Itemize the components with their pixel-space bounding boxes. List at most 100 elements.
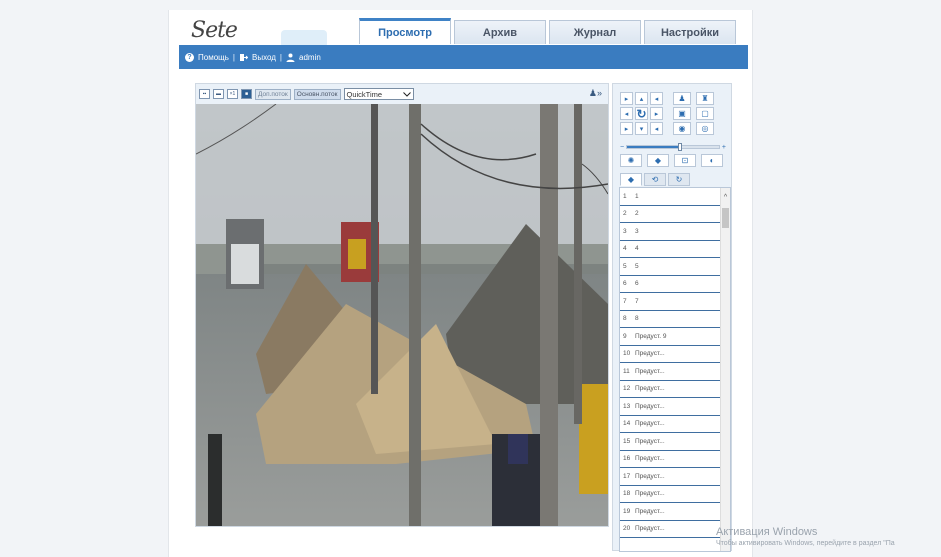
3d-zoom-icon[interactable]: ⊡ [674,154,696,167]
preset-number: 9 [623,332,627,340]
preset-list: 1 1 2 2 3 3 4 4 5 5 6 6 7 7 8 8 9 Предуст. 9 10 Предуст... 1… [619,187,731,552]
tab-archive[interactable]: Архив [454,20,546,44]
brand-logo: Sete [189,18,327,48]
preset-number: 2 [623,210,627,218]
separator: | [279,52,282,62]
preset-row[interactable]: 88 [620,311,720,328]
speed-fill [627,146,681,148]
preset-name: Предуст... [635,507,665,515]
preset-row[interactable]: 18 Предуст... [620,486,720,503]
preset-row[interactable]: 20 Предуст... [620,521,720,538]
preset-row[interactable]: 19 Предуст... [620,503,720,521]
focus-far-icon[interactable]: ▢ [696,107,714,120]
pan-up-right-button[interactable]: ◂ [650,92,663,105]
preset-row[interactable]: 17 Предуст... [620,468,720,486]
preset-row[interactable]: 66 [620,276,720,293]
preset-name: Предуст... [635,385,665,393]
aspect-1-1-button[interactable]: ×1 [227,89,238,99]
speed-track[interactable] [626,143,720,151]
preset-number: 4 [623,245,627,253]
pan-up-left-button[interactable]: ▸ [620,92,633,105]
tab-patterns[interactable]: ↻ [668,173,690,186]
chevron-down-icon [402,91,411,97]
preset-name: 1 [635,192,639,200]
ptz-direction-pad: ▸ ▴ ◂ ◂ ↻ ▸ ▸ ▾ ◂ [620,92,663,135]
tab-log[interactable]: Журнал [549,20,641,44]
preset-row[interactable]: 11 Предуст... [620,363,720,381]
preset-row[interactable]: 15 Предуст... [620,433,720,451]
tab-presets[interactable]: ◆ [620,173,642,186]
preset-row[interactable]: 33 [620,223,720,241]
aux-controls: ✺ ◆ ⊡ ◐ [620,154,723,167]
user-bar: ? Помощь | Выход | admin [179,45,748,69]
aspect-4-3-button[interactable]: ▪▪ [199,89,210,99]
main-stream-button[interactable]: Основн.поток [293,88,341,100]
preset-number: 5 [623,262,627,270]
preset-row[interactable]: 10 Предуст... [620,346,720,363]
help-link[interactable]: Помощь [198,53,229,62]
preset-number: 7 [623,297,627,305]
aspect-fit-button[interactable]: ■ [241,89,252,99]
menu-icon[interactable]: ◐ [701,154,723,167]
pan-left-button[interactable]: ◂ [620,107,633,120]
preset-row[interactable]: 55 [620,258,720,276]
logout-link[interactable]: Выход [252,53,276,62]
pan-down-right-button[interactable]: ◂ [650,122,663,135]
pan-down-button[interactable]: ▾ [635,122,648,135]
preset-name: Предуст... [635,455,665,463]
preset-name: Предуст. 9 [635,332,667,340]
pan-right-button[interactable]: ▸ [650,107,663,120]
camera-video-feed[interactable] [196,104,608,526]
main-tabs: Просмотр Архив Журнал Настройки [359,18,736,44]
preset-list-scrollbar[interactable]: ^ [720,188,730,551]
help-icon[interactable]: ? [185,52,194,62]
windows-activation-watermark: Активация Windows Чтобы активировать Win… [716,526,895,547]
iris-open-icon[interactable]: ◉ [673,122,691,135]
preset-name: Предуст... [635,472,665,480]
sub-stream-button[interactable]: Доп.поток [255,88,291,100]
scrollbar-thumb[interactable] [722,208,729,228]
preset-number: 14 [623,420,631,428]
play-expand-icon[interactable]: ♟» [589,88,602,99]
player-select-value: QuickTime [346,89,383,99]
pan-up-button[interactable]: ▴ [635,92,648,105]
speed-knob[interactable] [678,143,683,151]
preset-row[interactable]: 14 Предуст... [620,416,720,433]
preset-number: 1 [623,192,627,200]
ptz-control-panel: ▸ ▴ ◂ ◂ ↻ ▸ ▸ ▾ ◂ ♟ ♜ ▣ ▢ ◉ ◎ − + ✺ ◆ ⊡ … [612,83,732,552]
preset-row[interactable]: 44 [620,241,720,258]
preset-name: Предуст... [635,420,665,428]
preset-row[interactable]: 77 [620,293,720,311]
tab-patrols[interactable]: ⟲ [644,173,666,186]
preset-number: 18 [623,490,631,498]
preset-row[interactable]: 9 Предуст. 9 [620,328,720,346]
ptz-speed-slider[interactable]: − + [620,143,726,151]
preset-row[interactable]: 11 [620,188,720,206]
tab-settings[interactable]: Настройки [644,20,736,44]
aspect-16-9-button[interactable]: ▬ [213,89,224,99]
watermark-subtitle: Чтобы активировать Windows, перейдите в … [716,540,895,547]
zoom-out-icon[interactable]: ♜ [696,92,714,105]
live-view-panel: ▪▪ ▬ ×1 ■ Доп.поток Основн.поток QuickTi… [195,83,609,527]
tab-live-view[interactable]: Просмотр [359,18,451,44]
preset-number: 3 [623,227,627,235]
zoom-in-icon[interactable]: ♟ [673,92,691,105]
player-select[interactable]: QuickTime [343,88,414,100]
preset-row[interactable]: 22 [620,206,720,223]
chevron-up-icon[interactable]: ^ [721,194,730,201]
preset-number: 11 [623,367,630,375]
ptz-subtabs: ◆ ⟲ ↻ [620,173,690,186]
iris-close-icon[interactable]: ◎ [696,122,714,135]
auto-pan-icon[interactable]: ↻ [635,107,648,121]
light-icon[interactable]: ✺ [620,154,642,167]
camera-frame-image [196,104,608,526]
preset-row[interactable]: 12 Предуст... [620,381,720,398]
focus-near-icon[interactable]: ▣ [673,107,691,120]
preset-row[interactable]: 13 Предуст... [620,398,720,416]
preset-row[interactable]: 16 Предуст... [620,451,720,468]
preset-number: 13 [623,402,631,410]
wiper-icon[interactable]: ◆ [647,154,669,167]
preset-number: 12 [623,385,631,393]
pan-down-left-button[interactable]: ▸ [620,122,633,135]
logout-icon[interactable] [239,53,248,62]
